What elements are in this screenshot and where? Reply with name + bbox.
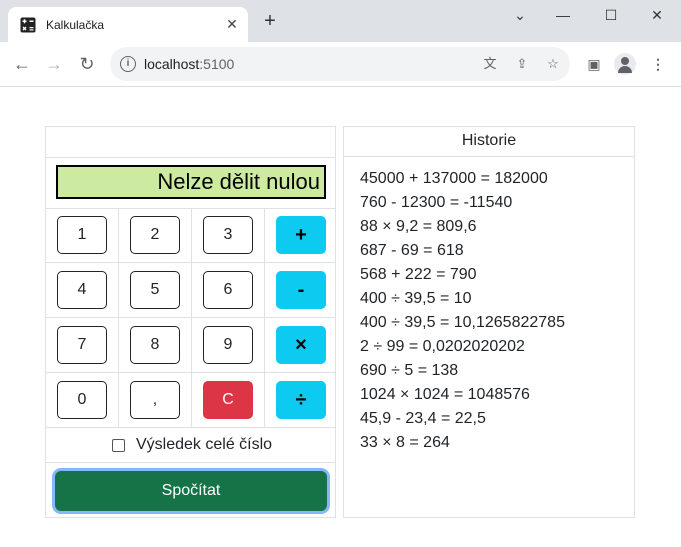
history-entry: 1024 × 1024 = 1048576	[360, 386, 530, 403]
keypad-cell: 9	[192, 318, 265, 373]
share-icon[interactable]: ⇪	[514, 56, 530, 72]
keypad: 1 2 3 +4 5 6- 7 8 9 × 0, C ÷	[46, 208, 335, 428]
window-close-icon[interactable]: ✕	[642, 5, 672, 25]
key-divide-button[interactable]: ÷	[276, 381, 326, 419]
forward-arrow-icon[interactable]: →	[44, 54, 64, 74]
bookmark-star-icon[interactable]: ☆	[545, 56, 561, 72]
keypad-cell: 7	[46, 318, 119, 373]
translate-icon[interactable]: 文	[482, 56, 498, 72]
tab-search-icon[interactable]: ⌄	[505, 5, 535, 25]
close-tab-icon[interactable]: ✕	[224, 16, 240, 32]
key-multiply-button[interactable]: ×	[276, 326, 326, 364]
history-entry: 33 × 8 = 264	[360, 434, 450, 451]
display-row: Nelze dělit nulou	[46, 157, 335, 209]
key-6-button[interactable]: 6	[203, 271, 253, 309]
keypad-cell: ×	[265, 318, 335, 373]
side-panel-icon[interactable]: ▣	[584, 54, 604, 74]
history-title: Historie	[344, 127, 634, 157]
keypad-cell: 3	[192, 208, 265, 263]
integer-result-checkbox[interactable]	[112, 439, 125, 452]
key-0-button[interactable]: 0	[57, 381, 107, 419]
key-1-button[interactable]: 1	[57, 216, 107, 254]
integer-result-row: Výsledek celé číslo	[46, 428, 335, 463]
key-plus-button[interactable]: +	[276, 216, 326, 254]
keypad-cell: 6	[192, 263, 265, 318]
keypad-cell: ÷	[265, 373, 335, 428]
history-entry: 687 - 69 = 618	[360, 242, 464, 259]
history-entry: 45,9 - 23,4 = 22,5	[360, 410, 486, 427]
history-list: 45000 + 137000 = 182000 760 - 12300 = -11…	[360, 167, 565, 455]
keypad-cell: 0	[46, 373, 119, 428]
key-5-button[interactable]: 5	[130, 271, 180, 309]
reload-icon[interactable]: ↻	[77, 54, 97, 74]
key-3-button[interactable]: 3	[203, 216, 253, 254]
history-entry: 760 - 12300 = -11540	[360, 194, 513, 211]
calculator-header	[46, 127, 335, 158]
keypad-cell: 4	[46, 263, 119, 318]
menu-kebab-icon[interactable]: ⋮	[648, 54, 668, 74]
keypad-cell: 5	[119, 263, 192, 318]
keypad-cell: 2	[119, 208, 192, 263]
key-clear-button[interactable]: C	[203, 381, 253, 419]
integer-result-label[interactable]: Výsledek celé číslo	[136, 436, 272, 454]
calculator-display: Nelze dělit nulou	[56, 165, 326, 199]
history-entry: 568 + 222 = 790	[360, 266, 477, 283]
back-arrow-icon[interactable]: ←	[12, 54, 32, 74]
history-entry: 2 ÷ 99 = 0,0202020202	[360, 338, 525, 355]
browser-window: Kalkulačka ✕ + ⌄ — ☐ ✕ ← → ↻ i localhost…	[0, 0, 681, 547]
new-tab-icon[interactable]: +	[260, 11, 280, 32]
keypad-cell: 1	[46, 208, 119, 263]
browser-toolbar: ← → ↻ i localhost:5100 文 ⇪ ☆ ▣ ⋮	[0, 42, 681, 87]
key-minus-button[interactable]: -	[276, 271, 326, 309]
keypad-cell: +	[265, 208, 335, 263]
history-entry: 45000 + 137000 = 182000	[360, 170, 548, 187]
history-entry: 690 ÷ 5 = 138	[360, 362, 459, 379]
calculator-icon	[20, 17, 36, 33]
tab-strip: Kalkulačka ✕ + ⌄ — ☐ ✕	[0, 0, 681, 42]
tab-kalkulacka[interactable]: Kalkulačka ✕	[8, 7, 248, 42]
keypad-cell: C	[192, 373, 265, 428]
site-info-icon[interactable]: i	[120, 56, 136, 72]
key-4-button[interactable]: 4	[57, 271, 107, 309]
history-entry: 400 ÷ 39,5 = 10	[360, 290, 472, 307]
history-panel: Historie 45000 + 137000 = 182000 760 - 12…	[343, 126, 635, 518]
key-2-button[interactable]: 2	[130, 216, 180, 254]
tab-title: Kalkulačka	[46, 18, 105, 32]
minimize-icon[interactable]: —	[548, 5, 578, 25]
address-bar[interactable]: i localhost:5100 文 ⇪ ☆	[110, 47, 570, 81]
history-entry: 400 ÷ 39,5 = 10,1265822785	[360, 314, 565, 331]
key-comma-button[interactable]: ,	[130, 381, 180, 419]
key-8-button[interactable]: 8	[130, 326, 180, 364]
keypad-cell: -	[265, 263, 335, 318]
calculate-button[interactable]: Spočítat	[55, 471, 327, 511]
calculator-panel: Nelze dělit nulou 1 2 3 +4 5 6- 7 8 9 × 0, C ÷ Výsle…	[45, 126, 336, 518]
keypad-cell: 8	[119, 318, 192, 373]
maximize-icon[interactable]: ☐	[596, 5, 626, 25]
keypad-cell: ,	[119, 373, 192, 428]
history-entry: 88 × 9,2 = 809,6	[360, 218, 477, 235]
key-9-button[interactable]: 9	[203, 326, 253, 364]
url-text: localhost:5100	[144, 56, 235, 72]
profile-avatar-icon[interactable]	[614, 53, 636, 75]
key-7-button[interactable]: 7	[57, 326, 107, 364]
